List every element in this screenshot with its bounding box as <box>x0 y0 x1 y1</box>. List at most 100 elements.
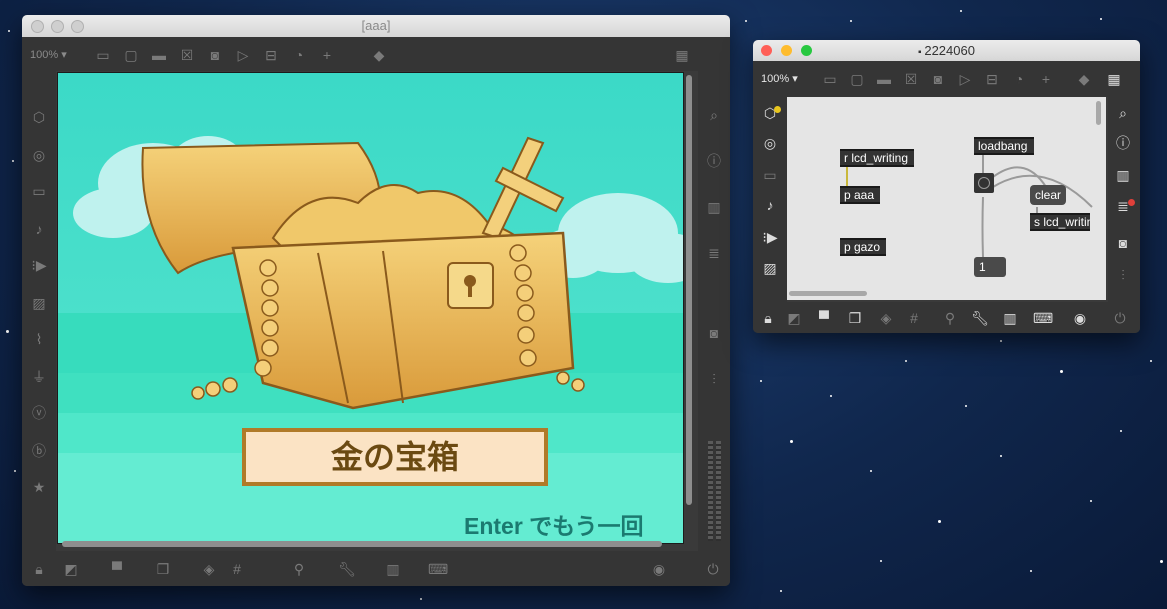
new-view-icon[interactable]: ❐ <box>154 561 172 577</box>
patcher-canvas[interactable]: r lcd_writing p aaa p gazo loadbang clea… <box>787 97 1106 300</box>
paint-icon[interactable]: ◆ <box>1075 71 1093 87</box>
grid-icon[interactable]: ▦ <box>1105 71 1123 87</box>
grid-toggle-icon[interactable]: # <box>905 310 923 326</box>
lock-icon[interactable]: 🔒︎ <box>759 310 777 326</box>
subpatcher-aaa[interactable]: p aaa <box>840 186 880 204</box>
subpatcher-gazo[interactable]: p gazo <box>840 238 886 256</box>
clear-message[interactable]: clear <box>1030 185 1067 205</box>
mute-icon[interactable]: ◈ <box>877 310 895 326</box>
grid-icon[interactable]: ▦ <box>673 47 691 63</box>
game-canvas[interactable]: 金の宝箱 Enter でもう一回 <box>57 72 684 544</box>
piano-icon[interactable]: ▥ <box>1001 310 1019 326</box>
image-icon[interactable]: ▨ <box>761 260 779 276</box>
list-icon[interactable]: ≣ <box>705 245 723 261</box>
toggle-icon[interactable]: ☒ <box>178 47 196 63</box>
camera-icon[interactable]: ◙ <box>1114 235 1132 251</box>
b-badge-icon[interactable]: ⓑ <box>30 443 48 459</box>
bus-icon[interactable]: ▭ <box>30 183 48 199</box>
v-badge-icon[interactable]: ⓥ <box>30 405 48 421</box>
number-box[interactable]: 1 <box>974 257 1006 277</box>
edit-presentation-icon[interactable]: ◩ <box>62 561 80 577</box>
bang-button[interactable] <box>974 173 994 193</box>
toggle-icon[interactable]: ☒ <box>902 71 920 87</box>
vertical-scrollbar[interactable] <box>1096 101 1101 125</box>
add-icon[interactable]: + <box>1037 71 1055 87</box>
new-view-icon[interactable]: ❐ <box>846 310 864 326</box>
bar-icon[interactable]: ⊟ <box>983 71 1001 87</box>
horizontal-scrollbar[interactable] <box>62 541 662 547</box>
right-sidebar: ⌕ ⓘ ▥ ≣ ◙ ⫶ <box>1108 97 1140 303</box>
target-icon[interactable]: ◎ <box>30 147 48 163</box>
comment-icon[interactable]: ▢ <box>848 71 866 87</box>
comment-icon[interactable]: ▢ <box>122 47 140 63</box>
target-icon[interactable]: ◎ <box>761 135 779 151</box>
dial-icon[interactable]: ◔ <box>1010 71 1028 87</box>
window-titlebar[interactable]: [aaa] <box>22 15 730 38</box>
lock-icon[interactable]: 🔒︎ <box>30 561 48 577</box>
keyboard-icon[interactable]: ⌨ <box>1033 310 1053 326</box>
bus-icon[interactable]: ▭ <box>761 167 779 183</box>
info-icon[interactable]: ⓘ <box>1114 135 1132 151</box>
paint-icon[interactable]: ◆ <box>370 47 388 63</box>
top-toolbar: 100% ▾ ▭ ▢ ▬ ☒ ◙ ▷ ⊟ ◔ + ◆ ▦ <box>753 61 1140 97</box>
search-icon[interactable]: ⌕ <box>1114 105 1132 121</box>
book-icon[interactable]: ▥ <box>705 199 723 215</box>
keyboard-icon[interactable]: ⌨ <box>428 561 448 577</box>
camera-icon[interactable]: ◙ <box>705 325 723 341</box>
play-pattern-icon[interactable]: ⁝▶ <box>761 229 779 245</box>
presentation-icon[interactable]: ▭ <box>94 47 112 63</box>
search-icon[interactable]: ⌕ <box>705 107 723 123</box>
wrench-icon[interactable]: 🔧︎ <box>971 310 989 326</box>
slider-icon[interactable]: ▷ <box>234 47 252 63</box>
slider-icon[interactable]: ▷ <box>956 71 974 87</box>
zoom-menu[interactable]: 100% ▾ <box>761 72 798 85</box>
star-icon[interactable]: ★ <box>30 479 48 495</box>
message-icon[interactable]: ▬ <box>150 47 168 63</box>
power-icon[interactable]: ⏻ <box>704 561 722 577</box>
message-icon[interactable]: ▬ <box>875 71 893 87</box>
piano-icon[interactable]: ▥ <box>384 561 402 577</box>
mixer-icon[interactable]: ⫶ <box>705 371 723 387</box>
window-titlebar[interactable]: ▪ 2224060 <box>753 40 1140 62</box>
presentation-mode-icon[interactable]: ▀ <box>815 310 833 326</box>
wrench-icon[interactable]: 🔧︎ <box>338 561 356 577</box>
horizontal-scrollbar[interactable] <box>789 291 867 296</box>
dial-icon[interactable]: ◔ <box>290 47 308 63</box>
loadbang-object[interactable]: loadbang <box>974 137 1034 155</box>
button-icon[interactable]: ◙ <box>929 71 947 87</box>
edit-presentation-icon[interactable]: ◩ <box>785 310 803 326</box>
paperclip-icon[interactable]: ⌇ <box>30 331 48 347</box>
audio-dsp-icon[interactable]: ◉ <box>1071 310 1089 326</box>
bottom-toolbar: 🔒︎ ◩ ▀ ❐ ◈ # ⚲ 🔧︎ ▥ ⌨ ◉ ⏻ <box>753 302 1140 333</box>
button-icon[interactable]: ◙ <box>206 47 224 63</box>
receive-object[interactable]: r lcd_writing <box>840 149 914 167</box>
connect-icon[interactable]: ⚲ <box>941 310 959 326</box>
presentation-icon[interactable]: ▭ <box>821 71 839 87</box>
zoom-menu[interactable]: 100% ▾ <box>30 48 67 61</box>
image-icon[interactable]: ▨ <box>30 295 48 311</box>
audio-dsp-icon[interactable]: ◉ <box>650 561 668 577</box>
presentation-window: [aaa] 100% ▾ ▭ ▢ ▬ ☒ ◙ ▷ ⊟ ◔ + ◆ ▦ ⬡ ◎ ▭… <box>22 15 730 586</box>
bar-icon[interactable]: ⊟ <box>262 47 280 63</box>
music-note-icon[interactable]: ♪ <box>30 221 48 237</box>
presentation-mode-icon[interactable]: ▀ <box>108 561 126 577</box>
mixer-icon[interactable]: ⫶ <box>1114 267 1132 283</box>
add-icon[interactable]: + <box>318 47 336 63</box>
plug-icon[interactable]: ⏚ <box>30 369 48 385</box>
book-icon[interactable]: ▥ <box>1114 167 1132 183</box>
play-pattern-icon[interactable]: ⁝▶ <box>30 257 48 273</box>
send-object[interactable]: s lcd_writing <box>1030 213 1090 231</box>
mute-icon[interactable]: ◈ <box>200 561 218 577</box>
power-icon[interactable]: ⏻ <box>1111 310 1129 326</box>
level-meter <box>716 441 721 541</box>
music-note-icon[interactable]: ♪ <box>761 197 779 213</box>
zoom-label: 100% <box>30 49 59 61</box>
grid-toggle-icon[interactable]: # <box>228 561 246 577</box>
vertical-scrollbar[interactable] <box>686 75 692 505</box>
top-toolbar: 100% ▾ ▭ ▢ ▬ ☒ ◙ ▷ ⊟ ◔ + ◆ ▦ <box>22 37 730 71</box>
cube-icon[interactable]: ⬡ <box>30 109 48 125</box>
info-icon[interactable]: ⓘ <box>705 153 723 169</box>
connect-icon[interactable]: ⚲ <box>290 561 308 577</box>
title-banner: 金の宝箱 <box>242 428 548 486</box>
left-sidebar: ⬡ ◎ ▭ ♪ ⁝▶ ▨ <box>753 97 787 303</box>
